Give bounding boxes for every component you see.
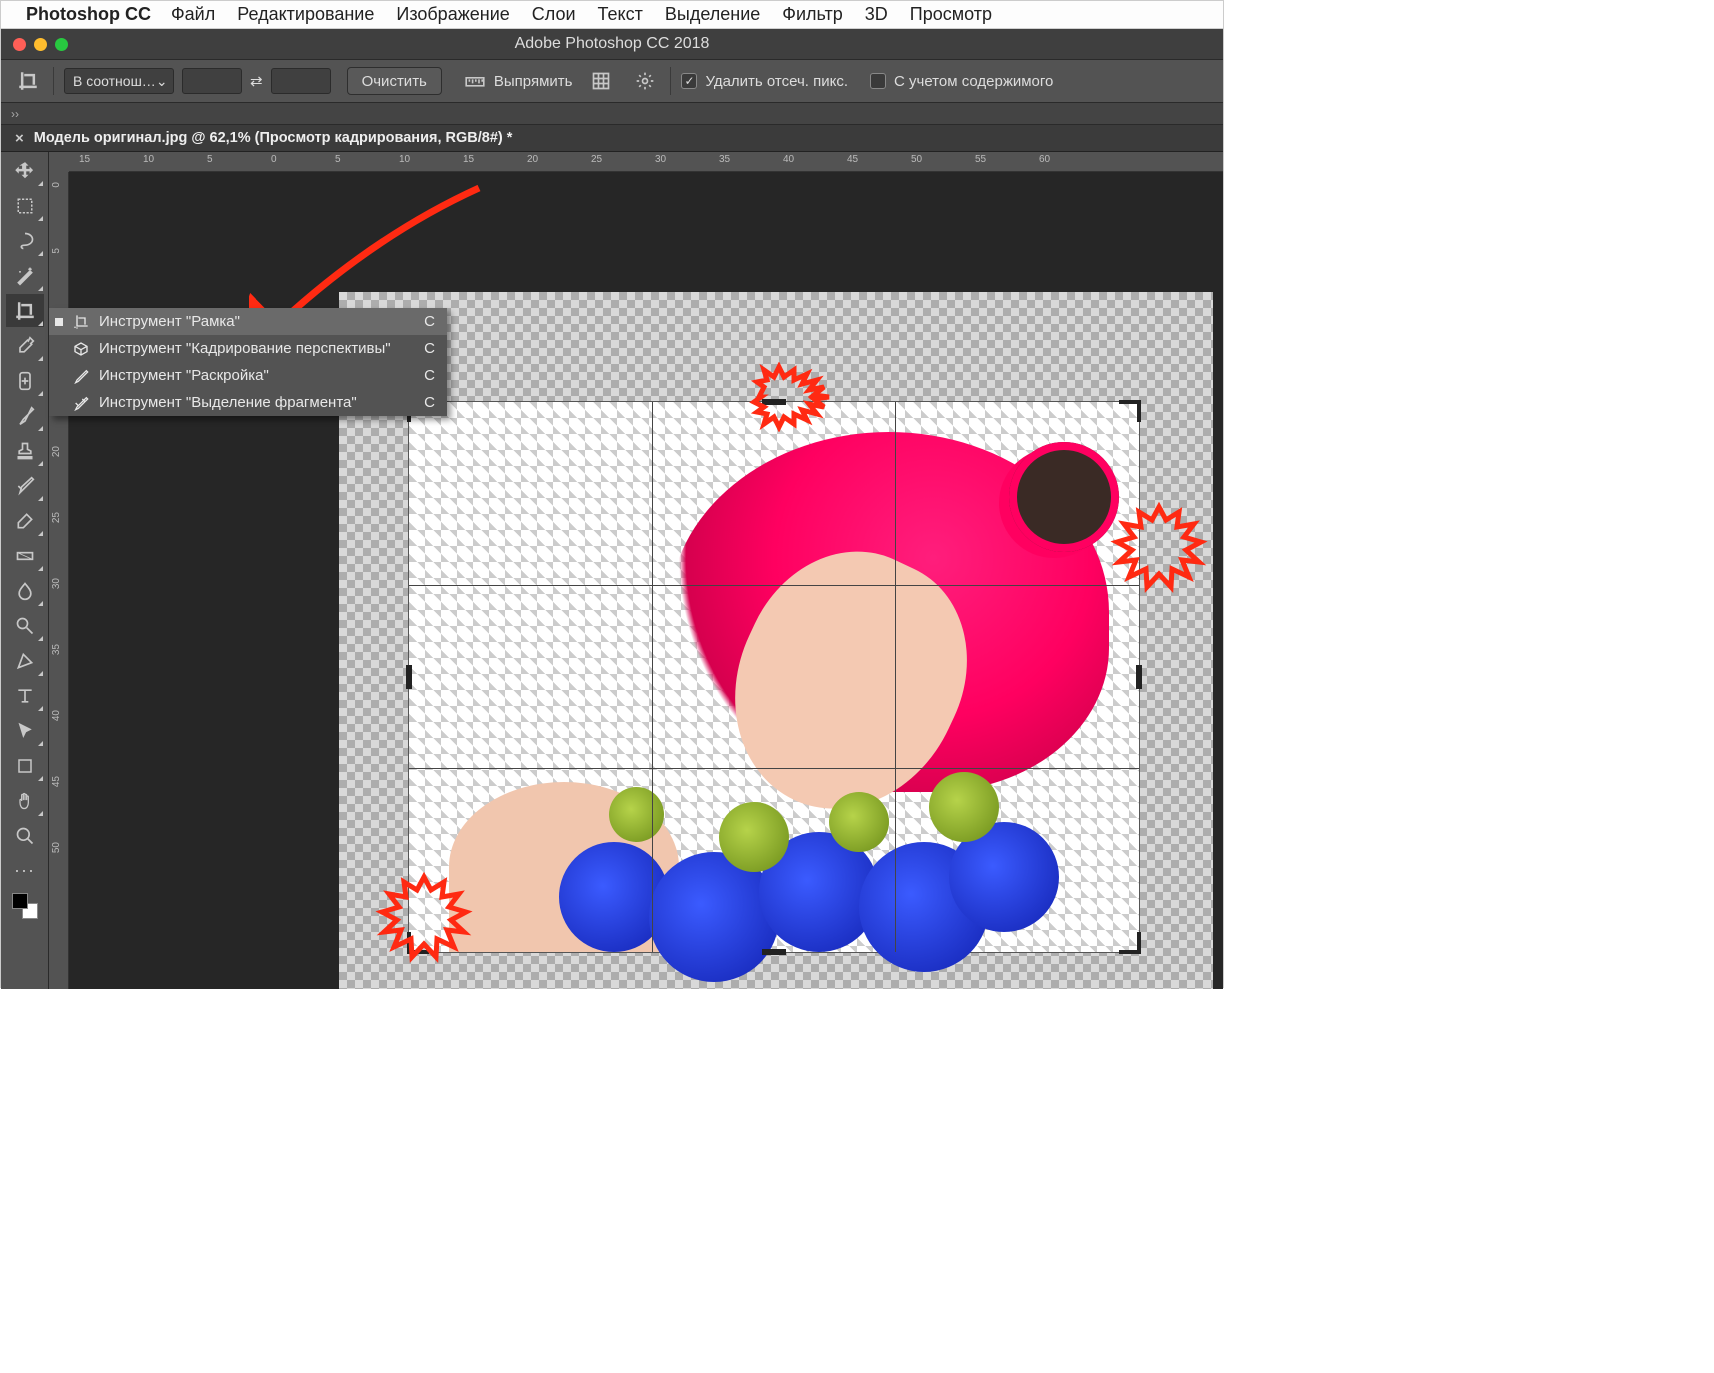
document-tab-title: Модель оригинал.jpg @ 62,1% (Просмотр ка… [34,130,513,146]
swap-ratio-icon[interactable]: ⇄ [250,72,263,90]
menu-layers[interactable]: Слои [532,4,576,25]
flyout-item-icon [71,341,91,357]
fg-bg-swatch[interactable] [6,889,44,922]
flyout-item-icon [71,314,91,330]
content-aware-label: С учетом содержимого [894,73,1053,90]
move-tool[interactable] [6,154,44,187]
marquee-tool[interactable] [6,189,44,222]
ruler-origin[interactable] [49,152,69,172]
straighten-icon[interactable] [460,66,490,96]
eyedropper-tool[interactable] [6,329,44,362]
mac-menubar: Photoshop CC Файл Редактирование Изображ… [1,1,1223,29]
options-bar: В соотнош… ⌄ ⇄ Очистить Выпрямить Удалит… [1,59,1223,103]
flyout-item-icon [71,368,91,384]
flyout-item-icon [71,395,91,411]
ratio-preset-label: В соотнош… [73,73,156,89]
ratio-preset-select[interactable]: В соотнош… ⌄ [64,68,174,94]
flyout-item-label: Инструмент "Кадрирование перспективы" [99,340,416,357]
annotation-starburst-3 [369,872,479,972]
menu-filter[interactable]: Фильтр [782,4,842,25]
overlay-grid-icon[interactable] [586,66,616,96]
gradient-tool[interactable] [6,539,44,572]
vertical-ruler[interactable]: 05101520253035404550 [49,172,69,989]
panel-collapse-strip[interactable]: ›› [1,103,1223,125]
healing-brush-tool[interactable] [6,364,44,397]
minimize-window-icon[interactable] [34,38,47,51]
canvas-area: 15105051015202530354045505560 0510152025… [49,152,1223,989]
flyout-item-shortcut: C [424,394,435,411]
shape-tool[interactable] [6,749,44,782]
canvas[interactable] [69,172,1223,989]
straighten-label[interactable]: Выпрямить [494,73,573,90]
type-tool[interactable] [6,679,44,712]
brush-tool[interactable] [6,399,44,432]
flyout-item-shortcut: C [424,313,435,330]
eraser-tool[interactable] [6,504,44,537]
menu-3d[interactable]: 3D [865,4,888,25]
dodge-tool[interactable] [6,609,44,642]
menu-select[interactable]: Выделение [665,4,760,25]
document-tab[interactable]: × Модель оригинал.jpg @ 62,1% (Просмотр … [1,125,526,151]
chevron-down-icon: ⌄ [156,73,168,90]
crop-box[interactable] [409,402,1139,952]
zoom-window-icon[interactable] [55,38,68,51]
app-name[interactable]: Photoshop CC [26,4,151,25]
crop-handle-right[interactable] [1136,665,1142,689]
zoom-tool[interactable] [6,819,44,852]
flyout-item-1[interactable]: Инструмент "Кадрирование перспективы" C [49,335,447,362]
annotation-starburst-1 [749,362,869,432]
annotation-starburst-2 [1109,502,1209,602]
flyout-item-label: Инструмент "Выделение фрагмента" [99,394,416,411]
menu-file[interactable]: Файл [171,4,215,25]
crop-tool-flyout: Инструмент "Рамка"CИнструмент "Кадрирова… [49,308,447,416]
crop-handle-bottom[interactable] [762,949,786,955]
flyout-item-shortcut: C [424,367,435,384]
window-title: Adobe Photoshop CC 2018 [1,35,1223,53]
close-window-icon[interactable] [13,38,26,51]
crop-handle-left[interactable] [406,665,412,689]
crop-tool[interactable] [6,294,44,327]
subject-flowers [529,732,1089,989]
crop-tool-icon[interactable] [13,66,43,96]
menu-edit[interactable]: Редактирование [237,4,374,25]
horizontal-ruler[interactable]: 15105051015202530354045505560 [69,152,1223,172]
path-select-tool[interactable] [6,714,44,747]
document-tab-row: × Модель оригинал.jpg @ 62,1% (Просмотр … [1,125,1223,152]
edit-toolbar-icon[interactable]: ··· [6,854,44,887]
hand-tool[interactable] [6,784,44,817]
pen-tool[interactable] [6,644,44,677]
clear-button[interactable]: Очистить [347,67,442,95]
flyout-item-shortcut: C [424,340,435,357]
tool-panel: ··· [1,152,49,989]
flyout-item-label: Инструмент "Рамка" [99,313,416,330]
magic-wand-tool[interactable] [6,259,44,292]
traffic-lights [13,38,68,51]
flyout-item-label: Инструмент "Раскройка" [99,367,416,384]
history-brush-tool[interactable] [6,469,44,502]
flyout-item-0[interactable]: Инструмент "Рамка" C [49,308,447,335]
lasso-tool[interactable] [6,224,44,257]
delete-cropped-label: Удалить отсеч. пикс. [705,73,848,90]
crop-handle-tr[interactable] [1119,400,1141,422]
menu-image[interactable]: Изображение [396,4,509,25]
ratio-h-field[interactable] [271,68,331,94]
close-tab-icon[interactable]: × [15,130,24,147]
window-titlebar: Adobe Photoshop CC 2018 [1,29,1223,59]
flyout-item-3[interactable]: Инструмент "Выделение фрагмента" C [49,389,447,416]
menu-view[interactable]: Просмотр [910,4,992,25]
delete-cropped-checkbox[interactable] [681,73,697,89]
crop-handle-br[interactable] [1119,932,1141,954]
blur-tool[interactable] [6,574,44,607]
stamp-tool[interactable] [6,434,44,467]
subject-bun [1009,442,1119,552]
ratio-w-field[interactable] [182,68,242,94]
flyout-item-2[interactable]: Инструмент "Раскройка" C [49,362,447,389]
crop-settings-icon[interactable] [630,66,660,96]
content-aware-checkbox[interactable] [870,73,886,89]
menu-text[interactable]: Текст [598,4,643,25]
